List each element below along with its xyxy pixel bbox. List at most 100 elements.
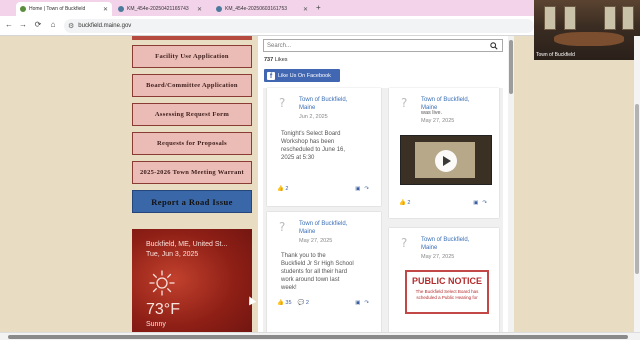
assessing-request-form-button[interactable]: Assessing Request Form [132, 103, 252, 126]
board-committee-application-button[interactable]: Board/Committee Application [132, 74, 252, 97]
site-settings-icon[interactable]: ⚙ [68, 22, 74, 30]
close-icon[interactable]: ✕ [103, 6, 108, 13]
report-road-issue-button[interactable]: Report a Road Issue [132, 190, 252, 213]
avatar-placeholder-icon: ? [279, 220, 286, 234]
post-text-line: 2025 at 5:30 [281, 155, 315, 161]
tab-home[interactable]: Home | Town of Buckfield ✕ [16, 2, 112, 16]
post-author-line: Town of Buckfield, [421, 237, 470, 243]
post-author-line: Town of Buckfield, [299, 97, 348, 103]
share-arrow-icon[interactable]: ↷ [364, 186, 369, 192]
like-count[interactable]: 👍 35 [277, 300, 292, 306]
share-arrow-icon[interactable]: ↷ [364, 300, 369, 306]
meeting-table-shape [554, 32, 624, 46]
post-text-line: rescheduled to June 16, [281, 147, 346, 153]
horizontal-scrollbar[interactable] [0, 332, 640, 340]
likes-count: 737 [264, 57, 274, 63]
post-author-line: Maine [299, 105, 316, 111]
post-text-line: students for all their hard [281, 269, 348, 275]
post-author-line: Town of Buckfield, [421, 97, 470, 103]
reload-button[interactable]: ⟳ [33, 20, 43, 29]
feed-post[interactable]: ? Town of Buckfield, Maine Jun 2, 2025 T… [267, 88, 381, 206]
feed-post[interactable]: ? Town of Buckfield, Maine May 27, 2025 … [389, 228, 499, 340]
town-favicon-icon [20, 6, 26, 12]
play-icon[interactable] [435, 150, 457, 172]
facebook-like-button[interactable]: f Like Us On Facebook [264, 69, 340, 82]
facebook-share-icon[interactable]: ▣ [473, 200, 478, 206]
tab-title: Home | Town of Buckfield [29, 6, 86, 12]
feed-scroll-thumb[interactable] [509, 40, 513, 94]
requests-for-proposals-button[interactable]: Requests for Proposals [132, 132, 252, 155]
weather-temperature: 73°F [146, 301, 180, 318]
post-author-line: Maine [421, 245, 438, 251]
post-author-line: Maine [299, 229, 316, 235]
post-footer: 👍 35 💬 2 ▣ ↷ [277, 300, 369, 308]
close-icon[interactable]: ✕ [303, 6, 308, 13]
feed-post[interactable]: ? Town of Buckfield, Maine May 27, 2025 … [267, 212, 381, 340]
public-notice-image[interactable]: PUBLIC NOTICE The Buckfield Select Board… [405, 270, 489, 314]
avatar-placeholder-icon: ? [401, 96, 408, 110]
forward-button[interactable]: → [18, 20, 28, 29]
sidebar-top-edge [132, 36, 252, 40]
page-scrollbar[interactable] [634, 36, 640, 332]
tab-km-2[interactable]: KM_454e-20250603161753 ✕ [212, 2, 312, 16]
page-scroll-thumb[interactable] [635, 104, 639, 274]
post-author[interactable]: Town of Buckfield, Maine [299, 96, 347, 112]
town-meeting-warrant-button[interactable]: 2025-2026 Town Meeting Warrant [132, 161, 252, 184]
facebook-likes: 737 Likes [264, 57, 288, 63]
window-shape [604, 6, 616, 30]
post-text-line: Tonight's Select Board [281, 131, 341, 137]
thumbs-up-icon: 👍 [277, 300, 284, 306]
facebook-share-icon[interactable]: ▣ [355, 186, 360, 192]
webcam-overlay: Town of Buckfield [534, 0, 640, 60]
share-arrow-icon[interactable]: ↷ [482, 200, 487, 206]
search-input[interactable]: Search... [263, 39, 503, 52]
comment-count[interactable]: 💬 2 [298, 300, 309, 306]
post-text-line: Thank you to the [281, 253, 326, 259]
url-field[interactable]: ⚙ buckfield.maine.gov [64, 19, 534, 33]
avatar-placeholder-icon: ? [401, 236, 408, 250]
post-footer: 👍 2 ▣ ↷ [399, 200, 487, 208]
comment-count-value: 2 [305, 300, 309, 306]
likes-word: Likes [274, 57, 288, 63]
back-button[interactable]: ← [4, 20, 14, 29]
post-text-line: Workshop has been [281, 139, 335, 145]
window-shape [544, 6, 556, 30]
post-date: May 27, 2025 [421, 118, 455, 124]
like-count[interactable]: 👍 2 [277, 186, 288, 192]
weather-condition: Sunny [146, 321, 166, 328]
window-shape [564, 6, 576, 30]
weather-widget[interactable]: Buckfield, ME, United St... Tue, Jun 3, … [132, 229, 252, 340]
tab-km-1[interactable]: KM_454e-20250421165743 ✕ [114, 2, 206, 16]
post-status: was live. [421, 110, 443, 116]
notice-text: The Buckfield Select Board has scheduled… [415, 289, 479, 300]
post-body: Tonight's Select Board Workshop has been… [281, 130, 345, 162]
post-text-line: work around town last [281, 277, 340, 283]
facebook-like-label: Like Us On Facebook [278, 72, 331, 79]
weather-date: Tue, Jun 3, 2025 [146, 251, 199, 258]
window-shape [622, 6, 634, 30]
post-text-line: Buckfield Jr Sr High School [281, 261, 354, 267]
feed-post[interactable]: ? Town of Buckfield, Maine was live. May… [389, 88, 499, 218]
thumbs-up-icon: 👍 [277, 186, 284, 192]
sidebar: Facility Use Application Board/Committee… [126, 36, 258, 340]
new-tab-button[interactable]: + [316, 3, 321, 12]
close-icon[interactable]: ✕ [197, 6, 202, 13]
tab-title: KM_454e-20250603161753 [225, 6, 287, 12]
sun-icon [149, 270, 175, 296]
comment-icon: 💬 [297, 300, 305, 306]
facebook-share-icon[interactable]: ▣ [355, 300, 360, 306]
post-date: Jun 2, 2025 [299, 114, 328, 120]
feed-scrollbar[interactable] [508, 36, 514, 332]
post-date: May 27, 2025 [421, 254, 455, 260]
weather-location: Buckfield, ME, United St... [146, 241, 228, 248]
search-icon[interactable] [490, 42, 498, 50]
facility-use-application-button[interactable]: Facility Use Application [132, 45, 252, 68]
main-content: Search... 737 Likes f Like Us On Faceboo… [258, 36, 508, 340]
like-count[interactable]: 👍 2 [399, 200, 410, 206]
horizontal-scroll-thumb[interactable] [8, 335, 628, 339]
post-footer: 👍 2 ▣ ↷ [277, 186, 369, 194]
post-author[interactable]: Town of Buckfield, Maine [299, 220, 347, 236]
video-thumbnail[interactable] [400, 135, 492, 185]
home-button[interactable]: ⌂ [48, 20, 58, 29]
post-author[interactable]: Town of Buckfield, Maine [421, 236, 469, 252]
